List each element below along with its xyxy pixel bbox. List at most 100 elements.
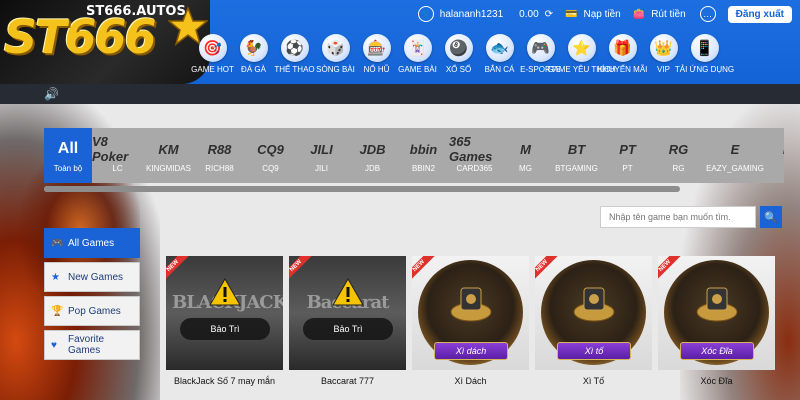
category-sidebar: 🎮 All Games ★ New Games 🏆 Pop Games ♥ Favor… (44, 228, 140, 364)
maintenance-button[interactable]: Bảo Trì (303, 318, 393, 340)
cards-icon: 🃏 (403, 34, 432, 62)
game-name[interactable]: Xóc Đĩa (658, 376, 775, 386)
game-thumbnail[interactable]: Xì tố NEW (535, 256, 652, 370)
nav-item[interactable]: 🎲 SÒNG BÀI (315, 34, 356, 74)
provider-item[interactable]: BT BTGAMING (551, 128, 602, 183)
nav-item[interactable]: 🐟 BẮN CÁ (479, 34, 520, 74)
brand-logo[interactable]: ST666.AUTOS ST666 (0, 0, 210, 84)
game-thumbnail[interactable]: Xóc Đĩa NEW (658, 256, 775, 370)
nav-item[interactable]: 🎱 XỔ SỐ (438, 34, 479, 74)
provider-name: KINGMIDAS (146, 164, 191, 173)
gamepad-icon: 🎮 (526, 34, 555, 62)
provider-item[interactable]: PT PT (602, 128, 653, 183)
nav-item[interactable]: 🃏 GAME BÀI (397, 34, 438, 74)
provider-name: BTGAMING (555, 164, 598, 173)
provider-item[interactable]: All Toàn bộ (44, 128, 92, 183)
promo-icon: 🎁 (608, 34, 637, 62)
provider-logo: M (520, 141, 531, 157)
provider-logo: CQ9 (257, 141, 284, 157)
new-badge: NEW (289, 256, 314, 284)
provider-item[interactable]: JDB JDB (347, 128, 398, 183)
game-name[interactable]: Baccarat 777 (289, 376, 406, 386)
withdraw-icon[interactable]: 👛 (633, 9, 645, 20)
provider-logo: JILI (310, 141, 333, 157)
provider-scrollbar[interactable] (44, 186, 680, 192)
logout-button[interactable]: Đăng xuất (727, 5, 792, 23)
category-label: Pop Games (68, 305, 121, 317)
nav-item-label: XỔ SỐ (445, 65, 472, 74)
category-label: All Games (68, 237, 115, 249)
game-card[interactable]: Xì tố NEW Xì Tố (535, 256, 652, 386)
nav-item-label: GAME BÀI (398, 65, 437, 74)
provider-item[interactable]: E EAZY_GAMING (704, 128, 766, 183)
provider-name: PT (622, 164, 633, 173)
rooster-icon: 🐓 (239, 34, 268, 62)
user-icon[interactable]: 👤 (417, 6, 434, 22)
provider-logo: JDB (359, 141, 386, 157)
new-badge: NEW (166, 256, 191, 284)
game-art-icon (450, 287, 492, 322)
hot-icon: 🎯 (198, 34, 227, 62)
nav-item[interactable]: 🎰 NỔ HŨ (356, 34, 397, 74)
brand-name: ST666 (4, 10, 157, 64)
nav-item[interactable]: 🎯 GAME HOT (191, 34, 234, 74)
announcement-bar: 🔊 (0, 84, 800, 104)
provider-name: CARD365 (456, 164, 493, 173)
nav-item-label: ĐÁ GÀ (241, 65, 266, 74)
speaker-icon[interactable]: 🔊 (44, 87, 59, 101)
main-nav: 🎯 GAME HOT 🐓 ĐÁ GÀ ⚽ THỂ THAO 🎲 SÒNG BÀI 🎰 N… (191, 34, 734, 74)
scrollbar-thumb[interactable] (44, 186, 680, 192)
vip-icon: 👑 (649, 34, 678, 62)
search-button[interactable]: 🔍 (760, 206, 782, 228)
game-grid: BLACKJACK Bảo Trì NEW BlackJack Số 7 may… (166, 256, 775, 386)
nav-item[interactable]: ⚽ THỂ THAO (274, 34, 315, 74)
nav-item[interactable]: ⭐ GAME YÊU THÍCH (547, 34, 616, 74)
provider-item[interactable]: JILI JILI (296, 128, 347, 183)
category-item[interactable]: ★ New Games (44, 262, 140, 292)
chat-icon[interactable]: … (699, 6, 716, 22)
maintenance-button[interactable]: Bảo Trì (180, 318, 270, 340)
provider-logo: E (730, 141, 740, 157)
provider-name: JDB (364, 164, 381, 173)
lottery-icon: 🎱 (444, 34, 473, 62)
provider-item[interactable]: RG RG (653, 128, 704, 183)
provider-item[interactable]: CQ9 CQ9 (245, 128, 296, 183)
game-card[interactable]: Baccarat Bảo Trì NEW Baccarat 777 (289, 256, 406, 386)
deposit-link[interactable]: Nạp tiền (583, 9, 620, 20)
provider-item[interactable]: EV EV (766, 128, 784, 183)
game-card[interactable]: BLACKJACK Bảo Trì NEW BlackJack Số 7 may… (166, 256, 283, 386)
game-thumbnail[interactable]: Xì dách NEW (412, 256, 529, 370)
category-item[interactable]: ♥ Favorite Games (44, 330, 140, 360)
nav-item[interactable]: 📱 TẢI ỨNG DỤNG (675, 34, 734, 74)
provider-item[interactable]: R88 RICH88 (194, 128, 245, 183)
provider-item[interactable]: bbin BBIN2 (398, 128, 449, 183)
provider-logo: RG (668, 141, 689, 157)
nav-item[interactable]: 🎁 KHUYẾN MÃI (598, 34, 647, 74)
provider-item[interactable]: KM KINGMIDAS (143, 128, 194, 183)
game-card[interactable]: Xì dách NEW Xì Dách (412, 256, 529, 386)
game-card[interactable]: Xóc Đĩa NEW Xóc Đĩa (658, 256, 775, 386)
provider-logo: All (57, 140, 79, 157)
nav-item-label: TẢI ỨNG DỤNG (674, 65, 735, 74)
provider-logo: 365 Games (449, 134, 493, 164)
nav-item-label: SÒNG BÀI (316, 65, 355, 74)
provider-item[interactable]: V8 Poker LC (92, 128, 143, 183)
provider-name: LC (112, 164, 123, 173)
withdraw-link[interactable]: Rút tiền (651, 9, 685, 20)
nav-item-label: BẮN CÁ (484, 65, 515, 74)
refresh-icon[interactable]: ⟳ (545, 9, 553, 20)
provider-item[interactable]: 365 Games CARD365 (449, 128, 500, 183)
category-item[interactable]: 🎮 All Games (44, 228, 140, 258)
game-name[interactable]: BlackJack Số 7 may mắn (166, 376, 283, 386)
nav-item[interactable]: 🐓 ĐÁ GÀ (233, 34, 274, 74)
provider-item[interactable]: M MG (500, 128, 551, 183)
category-item[interactable]: 🏆 Pop Games (44, 296, 140, 326)
game-name[interactable]: Xì Tố (535, 376, 652, 386)
game-thumbnail[interactable]: BLACKJACK Bảo Trì NEW (166, 256, 283, 370)
casino-icon: 🎲 (321, 34, 350, 62)
search-input[interactable] (600, 206, 756, 228)
game-thumbnail[interactable]: Baccarat Bảo Trì NEW (289, 256, 406, 370)
app-icon: 📱 (690, 34, 719, 62)
game-name[interactable]: Xì Dách (412, 376, 529, 386)
deposit-icon[interactable]: 💳 (565, 9, 577, 20)
